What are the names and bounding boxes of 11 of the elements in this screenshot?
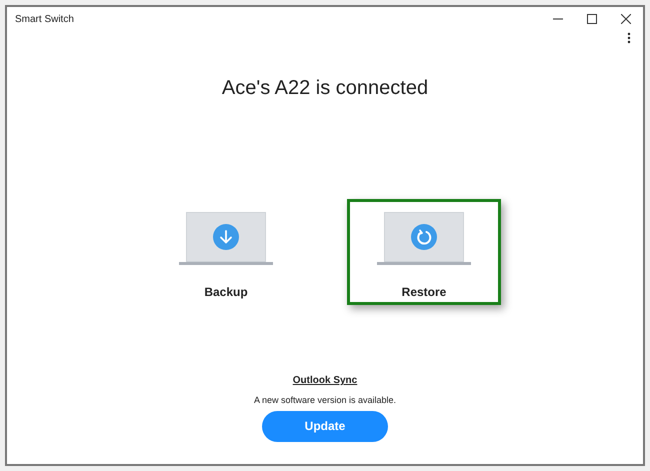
maximize-icon bbox=[587, 14, 597, 24]
option-button[interactable]: Restore bbox=[347, 199, 501, 305]
connection-heading: Ace's A22 is connected bbox=[220, 76, 430, 101]
option-button[interactable]: Backup bbox=[149, 199, 303, 305]
outlook-sync-link[interactable]: Outlook Sync bbox=[292, 373, 358, 388]
window-title: Smart Switch bbox=[15, 12, 75, 26]
download-icon bbox=[213, 224, 239, 250]
restore-icon bbox=[411, 224, 437, 250]
update-message: A new software version is available. bbox=[254, 394, 396, 407]
close-icon bbox=[621, 14, 631, 24]
more-options-icon bbox=[627, 32, 631, 44]
